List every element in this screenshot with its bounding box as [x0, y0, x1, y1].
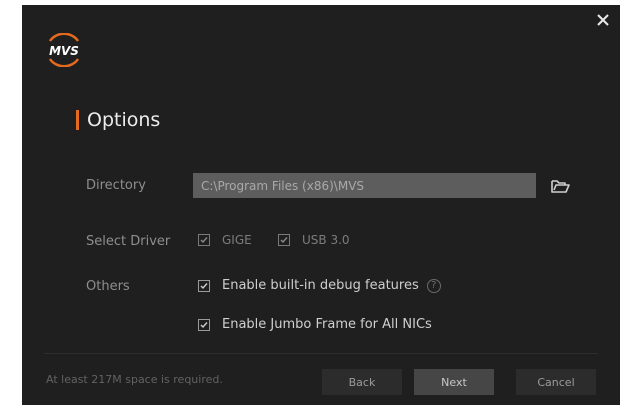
page-title-text: Options [87, 109, 161, 131]
back-button[interactable]: Back [322, 369, 402, 395]
check-icon [200, 282, 208, 289]
check-icon [280, 237, 288, 244]
driver-option-gige[interactable]: GIGE [198, 233, 252, 247]
others-label: Others [86, 279, 130, 294]
check-icon [200, 237, 208, 244]
jumbo-frame-checkbox[interactable] [198, 318, 210, 331]
footer-divider [44, 353, 598, 354]
jumbo-frame-label: Enable Jumbo Frame for All NICs [222, 317, 432, 332]
gige-checkbox[interactable] [198, 234, 210, 246]
debug-features-option[interactable]: Enable built-in debug features ? [198, 278, 441, 293]
title-accent-bar [76, 110, 79, 130]
debug-features-checkbox[interactable] [198, 279, 210, 292]
space-required-note: At least 217M space is required. [46, 373, 223, 386]
usb3-label: USB 3.0 [302, 233, 350, 247]
folder-open-icon [551, 180, 570, 193]
gige-label: GIGE [222, 233, 252, 247]
close-button[interactable] [594, 11, 612, 29]
cancel-button[interactable]: Cancel [516, 369, 596, 395]
debug-features-label: Enable built-in debug features [222, 278, 419, 293]
usb3-checkbox[interactable] [278, 234, 290, 246]
help-circle-icon[interactable]: ? [426, 278, 441, 293]
driver-option-usb3[interactable]: USB 3.0 [278, 233, 350, 247]
page-title: Options [76, 107, 160, 133]
installer-window: MVS Options Directory Select Driver GIGE… [22, 5, 620, 405]
close-icon [597, 14, 609, 26]
directory-input[interactable] [193, 173, 536, 198]
jumbo-frame-option[interactable]: Enable Jumbo Frame for All NICs [198, 317, 432, 332]
next-button[interactable]: Next [414, 369, 494, 395]
check-icon [200, 321, 208, 328]
directory-label: Directory [86, 178, 146, 193]
svg-text:MVS: MVS [49, 44, 79, 58]
mvs-logo: MVS [44, 32, 84, 68]
browse-folder-button[interactable] [549, 176, 571, 196]
select-driver-label: Select Driver [86, 234, 171, 249]
